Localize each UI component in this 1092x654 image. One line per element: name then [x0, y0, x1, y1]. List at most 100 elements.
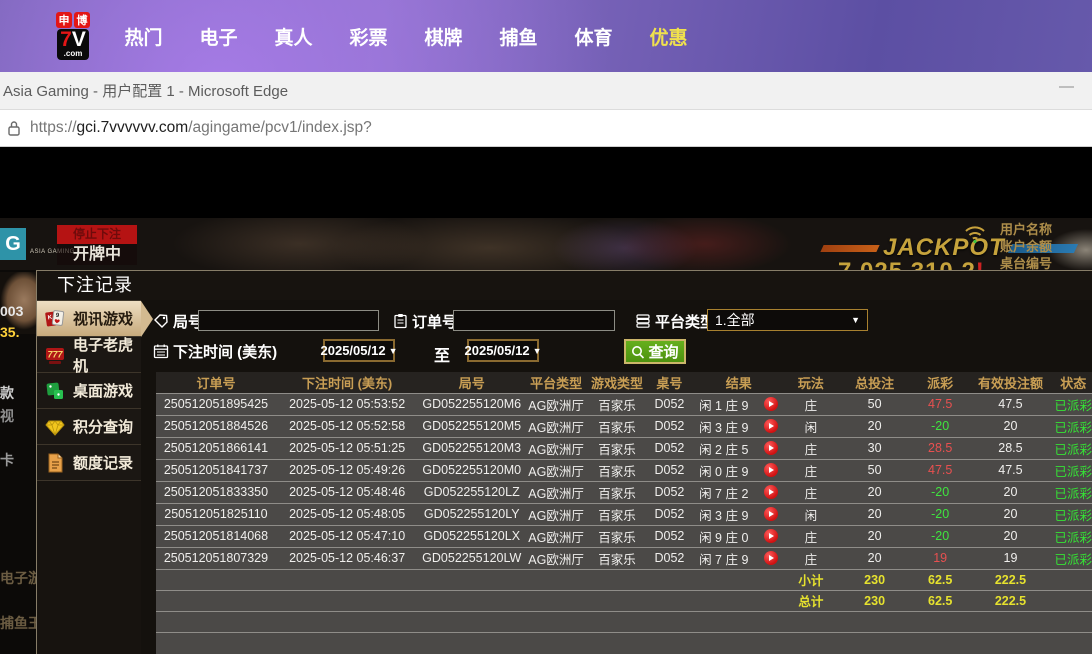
total-bet-cell: 50 [836, 459, 913, 481]
date-from-picker[interactable]: 2025/05/12 ▼ [323, 339, 395, 362]
play-cell: 庄 [786, 437, 837, 459]
bet-time-cell: 2025-05-12 05:46:37 [276, 547, 418, 569]
table-row: 2505120518251102025-05-12 05:48:05GD0522… [156, 503, 1092, 525]
platform-filter-label: 平台类型 [635, 310, 715, 332]
summary-total-bet-cell: 230 [836, 590, 913, 611]
nav-item-8[interactable]: 优惠 [631, 23, 706, 50]
game-type-cell: 百家乐 [587, 481, 647, 503]
order-id-cell: 250512051807329 [156, 547, 276, 569]
valid-bet-cell: 20 [967, 503, 1053, 525]
replay-play-button[interactable] [764, 507, 778, 521]
total-bet-cell: 20 [836, 415, 913, 437]
sidebar-item-1[interactable]: K9视讯游戏 [37, 301, 141, 337]
order-filter-label: 订单号 [393, 310, 457, 332]
svg-text:777: 777 [48, 349, 64, 359]
result-cell: 闲 2 庄 5 [692, 437, 786, 459]
order-input[interactable] [453, 310, 615, 331]
result-text: 闲 1 庄 9 [699, 395, 748, 414]
round-id-cell: GD052255120LW [418, 547, 525, 569]
platform-cell: AG欧洲厅 [525, 459, 587, 481]
bet-time-cell: 2025-05-12 05:48:46 [276, 481, 418, 503]
empty-cell [156, 569, 786, 590]
table-no-cell: D052 [647, 481, 692, 503]
black-band [0, 147, 1092, 218]
chevron-down-icon: ▼ [851, 315, 860, 325]
jackpot-mark: ! [976, 258, 985, 270]
nav-item-5[interactable]: 棋牌 [406, 23, 481, 50]
user-info-label: 账户余额 [1000, 238, 1052, 255]
date-range-join: 至 [434, 342, 450, 366]
valid-bet-cell: 20 [967, 415, 1053, 437]
result-cell: 闲 3 庄 9 [692, 503, 786, 525]
status-cell: 已派彩 [1054, 547, 1092, 569]
bet-records-panel: 下注记录 K9视讯游戏777电子老虎机桌面游戏积分查询额度记录 局号 订单号 平… [36, 270, 1092, 654]
nav-item-3[interactable]: 真人 [256, 23, 331, 50]
summary-valid-bet-cell: 222.5 [967, 590, 1053, 611]
bet-time-cell: 2025-05-12 05:48:05 [276, 503, 418, 525]
game-type-cell: 百家乐 [587, 459, 647, 481]
status-cell: 已派彩 [1054, 437, 1092, 459]
url-bar[interactable]: https://gci.7vvvvvv.com/agingame/pcv1/in… [0, 110, 1092, 147]
payout-cell: -20 [913, 503, 967, 525]
replay-play-button[interactable] [764, 551, 778, 565]
platform-cell: AG欧洲厅 [525, 525, 587, 547]
platform-select[interactable]: 1.全部 ▼ [707, 309, 868, 331]
order-id-cell: 250512051825110 [156, 503, 276, 525]
sidebar-item-2[interactable]: 777电子老虎机 [37, 337, 141, 373]
result-text: 闲 3 庄 9 [699, 505, 748, 524]
play-cell: 庄 [786, 481, 837, 503]
valid-bet-cell: 20 [967, 481, 1053, 503]
play-cell: 闲 [786, 503, 837, 525]
table-row: 2505120518333502025-05-12 05:48:46GD0522… [156, 481, 1092, 503]
replay-play-button[interactable] [764, 485, 778, 499]
site-logo[interactable]: 申 博 7V .com [56, 12, 90, 60]
round-id-cell: GD052255120LY [418, 503, 525, 525]
total-bet-cell: 20 [836, 525, 913, 547]
nav-item-2[interactable]: 电子 [181, 23, 256, 50]
minimize-button[interactable]: — [1059, 78, 1074, 95]
replay-play-button[interactable] [764, 529, 778, 543]
nav-item-1[interactable]: 热门 [106, 23, 181, 50]
payout-cell: 47.5 [913, 459, 967, 481]
status-cell: 已派彩 [1054, 393, 1092, 415]
empty-cell [1054, 590, 1092, 611]
jackpot-bar-left [820, 245, 879, 252]
valid-bet-cell: 28.5 [967, 437, 1053, 459]
url-text: https://gci.7vvvvvv.com/agingame/pcv1/in… [30, 119, 372, 137]
replay-play-button[interactable] [764, 441, 778, 455]
logo-badge-shen: 申 [56, 12, 72, 28]
column-header: 结果 [692, 372, 786, 393]
panel-content: 局号 订单号 平台类型 1.全部 ▼ 下注时间 (美东) 2025/05/1 [141, 300, 1092, 654]
payout-cell: -20 [913, 481, 967, 503]
slot-machine-icon: 777 [44, 344, 66, 366]
payout-cell: 19 [913, 547, 967, 569]
search-button[interactable]: 查询 [624, 339, 686, 364]
platform-selected-value: 1.全部 [715, 310, 755, 330]
table-row: 2505120518073292025-05-12 05:46:37GD0522… [156, 547, 1092, 569]
nav-item-7[interactable]: 体育 [556, 23, 631, 50]
result-cell: 闲 0 庄 9 [692, 459, 786, 481]
logo-v: V [72, 28, 86, 51]
nav-item-6[interactable]: 捕鱼 [481, 23, 556, 50]
sidebar-item-4[interactable]: 积分查询 [37, 409, 141, 445]
replay-play-button[interactable] [764, 419, 778, 433]
date-to-value: 2025/05/12 [465, 343, 530, 358]
chevron-down-icon: ▼ [533, 346, 542, 356]
round-input[interactable] [198, 310, 379, 331]
replay-play-button[interactable] [764, 397, 778, 411]
replay-play-button[interactable] [764, 463, 778, 477]
sidebar-item-5[interactable]: 额度记录 [37, 445, 141, 481]
empty-cell [1054, 569, 1092, 590]
nav-item-4[interactable]: 彩票 [331, 23, 406, 50]
result-text: 闲 3 庄 9 [699, 417, 748, 436]
clipboard-icon [393, 313, 408, 329]
bet-time-cell: 2025-05-12 05:51:25 [276, 437, 418, 459]
url-path: /agingame/pcv1/index.jsp? [188, 119, 372, 136]
column-header: 订单号 [156, 372, 276, 393]
result-text: 闲 7 庄 2 [699, 483, 748, 502]
date-to-picker[interactable]: 2025/05/12 ▼ [467, 339, 539, 362]
sidebar-item-3[interactable]: 桌面游戏 [37, 373, 141, 409]
round-id-cell: GD052255120LX [418, 525, 525, 547]
summary-payout-cell: 62.5 [913, 569, 967, 590]
tag-icon [153, 313, 169, 329]
